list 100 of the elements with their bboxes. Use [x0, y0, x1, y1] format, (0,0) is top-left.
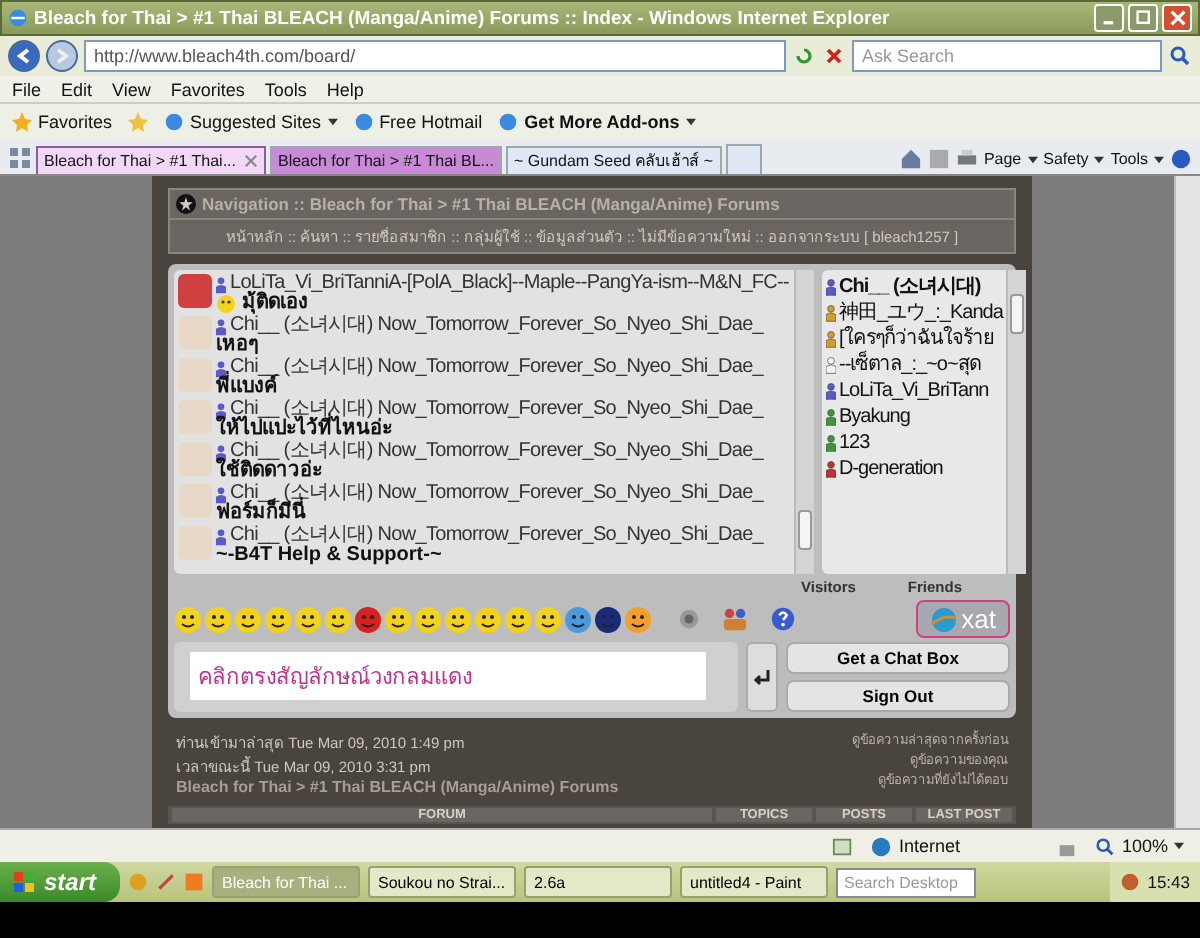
chat-button[interactable]: Sign Out — [786, 680, 1010, 712]
send-button[interactable] — [746, 642, 778, 712]
smiley-icon[interactable] — [444, 605, 472, 633]
tray-icon[interactable] — [1119, 872, 1140, 892]
chat-button[interactable]: Get a Chat Box — [786, 642, 1010, 674]
smiley-icon[interactable] — [204, 605, 232, 633]
command-button[interactable]: Tools — [1110, 150, 1148, 168]
smiley-icon[interactable] — [174, 605, 202, 633]
scrollbar[interactable] — [793, 270, 813, 574]
message-author: Chi__ (소녀시대) Now_Tomorrow_Forever_So_Nyeo_Shi_Dae_ — [230, 358, 764, 378]
menu-item[interactable]: Edit — [61, 79, 93, 99]
page-status-icon — [832, 835, 855, 857]
menu-item[interactable]: Tools — [264, 79, 307, 99]
menu-item[interactable]: Favorites — [170, 79, 245, 99]
user-name[interactable]: Byakung — [839, 404, 910, 430]
caret-icon[interactable] — [1027, 155, 1038, 163]
back-button[interactable] — [8, 40, 40, 72]
refresh-icon[interactable] — [792, 44, 816, 68]
smiley-icon[interactable] — [354, 605, 382, 633]
command-button[interactable]: Page — [983, 150, 1022, 168]
avatar-icon — [178, 442, 212, 476]
avatar-icon — [178, 400, 212, 434]
browser-tab[interactable]: ~ Gundam Seed คลับเฮ้าส์ ~ — [505, 146, 722, 174]
zoom-control[interactable]: 100% — [1093, 835, 1184, 857]
user-name[interactable]: [ใครๆก็ว่าฉันใจร้าย — [839, 326, 994, 352]
smiley-icon[interactable] — [564, 605, 592, 633]
avatar-icon — [178, 484, 212, 518]
windows-flag-icon — [12, 870, 36, 894]
favorites-button[interactable]: Favorites — [12, 112, 113, 132]
smiley-icon[interactable] — [534, 605, 562, 633]
user-name[interactable]: Chi__ (소녀시대) — [839, 274, 981, 300]
page-scrollbar[interactable] — [1174, 176, 1200, 828]
quick-launch-icon[interactable] — [156, 872, 177, 892]
address-field[interactable]: http://www.bleach4th.com/board/ — [84, 40, 786, 72]
globe-icon — [929, 605, 958, 633]
caret-icon[interactable] — [685, 118, 696, 126]
smiley-icon[interactable] — [324, 605, 352, 633]
menu-item[interactable]: File — [12, 79, 42, 99]
globe-icon — [164, 112, 185, 132]
globe-icon — [498, 112, 519, 132]
star-icon — [12, 112, 32, 132]
browser-tab[interactable]: Bleach for Thai > #1 Thai... — [36, 146, 266, 174]
help-icon[interactable] — [770, 606, 796, 632]
user-icon — [216, 527, 226, 545]
close-icon[interactable] — [822, 44, 846, 68]
smiley-icon[interactable] — [384, 605, 412, 633]
browser-tab[interactable]: Bleach for Thai > #1 Thai BL... — [269, 146, 502, 174]
avatar-icon — [178, 274, 212, 308]
message-author: Chi__ (소녀시대) Now_Tomorrow_Forever_So_Nyeo_Shi_Dae_ — [230, 442, 764, 462]
user-name[interactable]: D-generation — [839, 456, 943, 482]
maximize-button[interactable] — [1128, 4, 1158, 32]
avatar-icon — [178, 526, 212, 560]
forward-button[interactable] — [46, 40, 78, 72]
message-input[interactable]: คลิกตรงสัญลักษณ์วงกลมแดง — [190, 652, 706, 700]
caret-icon[interactable] — [1154, 155, 1164, 163]
avatar-icon — [178, 358, 212, 392]
scrollbar[interactable] — [1006, 270, 1027, 574]
help-icon[interactable] — [1170, 148, 1192, 170]
smiley-icon[interactable] — [234, 605, 262, 633]
message-text: มุ้ติดเอง — [242, 294, 308, 314]
smiley-icon[interactable] — [594, 605, 622, 633]
star-icon — [176, 194, 196, 214]
smiley-icon[interactable] — [264, 605, 292, 633]
message-author: Chi__ (소녀시대) Now_Tomorrow_Forever_So_Nyeo_Shi_Dae_ — [230, 526, 764, 546]
close-button[interactable] — [1162, 4, 1192, 32]
menu-item[interactable]: View — [112, 79, 151, 99]
favorites-link[interactable]: Free Hotmail — [379, 112, 483, 132]
smiley-icon[interactable] — [414, 605, 442, 633]
message-text: ใช้ติดดาวอ่ะ — [216, 462, 322, 482]
taskbar-button[interactable]: 2.6a — [524, 866, 673, 898]
user-name[interactable]: LoLiTa_Vi_BriTann — [839, 378, 989, 404]
smiley-icon[interactable] — [504, 605, 532, 633]
message-text: ~-B4T Help & Support-~ — [216, 546, 442, 566]
close-tab-icon[interactable] — [243, 154, 258, 168]
user-icon — [216, 317, 226, 335]
home-icon[interactable] — [899, 148, 922, 170]
user-name[interactable]: 123 — [839, 430, 870, 456]
favorites-link[interactable]: Get More Add-ons — [524, 112, 680, 132]
search-icon[interactable] — [1168, 44, 1192, 68]
globe-icon — [870, 835, 893, 857]
maximize-icon — [1135, 10, 1151, 26]
smiley-icon[interactable] — [624, 605, 652, 633]
users-icon[interactable] — [722, 606, 748, 632]
taskbar-button[interactable]: Soukou no Strai... — [368, 866, 517, 898]
user-name[interactable]: --เซ็ตาล_:_~o~สุด — [839, 352, 980, 378]
favorites-link[interactable]: Suggested Sites — [190, 112, 322, 132]
taskbar-button[interactable]: untitled4 - Paint — [680, 866, 829, 898]
caret-icon — [1174, 842, 1184, 850]
caret-icon[interactable] — [327, 118, 338, 126]
quick-tabs-icon[interactable] — [8, 146, 32, 170]
print-icon[interactable] — [955, 148, 978, 170]
forum-title-link[interactable]: Bleach for Thai > #1 Thai BLEACH (Manga/Anime) Forums — [176, 778, 619, 796]
caret-icon[interactable] — [1094, 155, 1105, 163]
command-button[interactable]: Safety — [1043, 150, 1089, 168]
sound-icon[interactable] — [678, 608, 700, 630]
smiley-icon[interactable] — [474, 605, 502, 633]
smiley-icon[interactable] — [294, 605, 322, 633]
minimize-button[interactable] — [1094, 4, 1124, 32]
user-name[interactable]: 神田_ユウ_:_Kanda — [839, 300, 1003, 326]
menu-item[interactable]: Help — [326, 79, 364, 99]
